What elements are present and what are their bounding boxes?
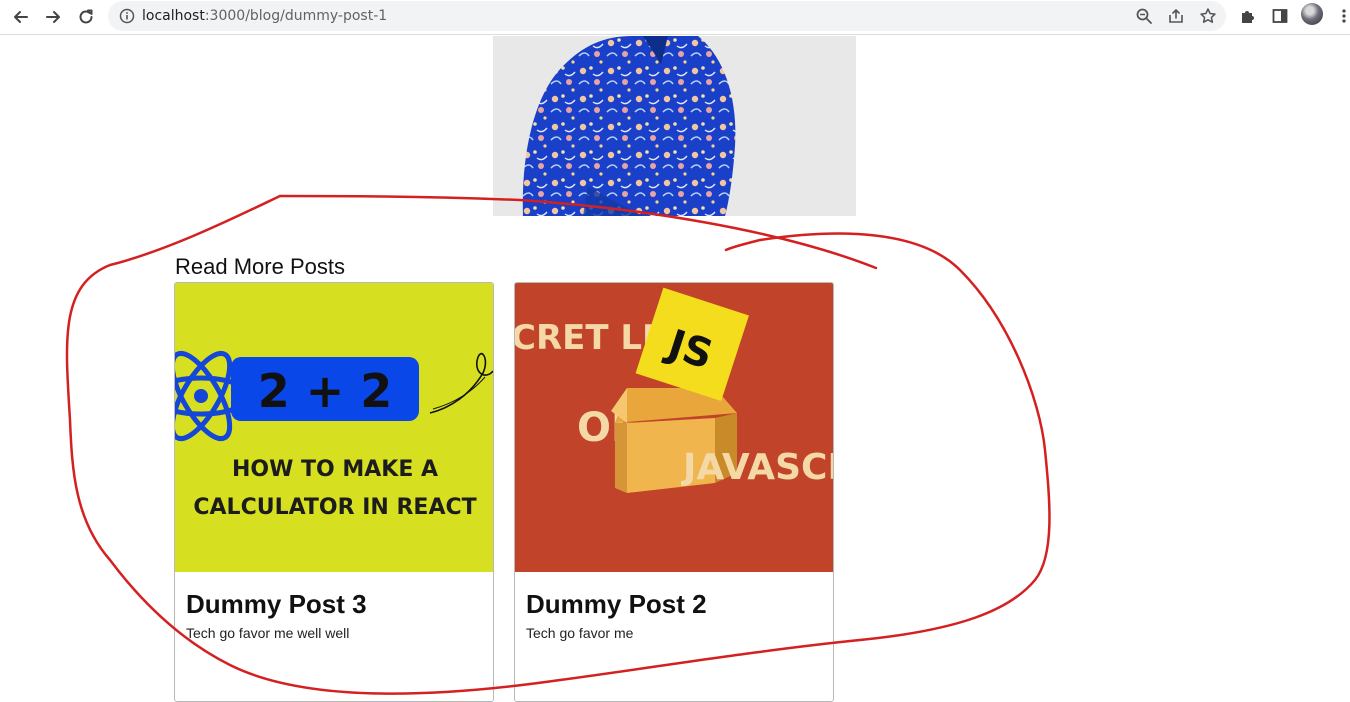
thumbnail-equation: 2 + 2 <box>258 364 393 418</box>
post-description: Tech go favor me well well <box>186 625 350 641</box>
post-description: Tech go favor me <box>526 625 634 641</box>
post-title[interactable]: Dummy Post 3 <box>186 589 367 620</box>
thumbnail-word3: JAVASCRI <box>680 447 834 488</box>
bookmark-star-icon[interactable] <box>1198 6 1218 26</box>
back-arrow-icon[interactable] <box>8 4 34 30</box>
profile-avatar[interactable] <box>1301 3 1323 25</box>
extensions-puzzle-icon[interactable] <box>1236 4 1260 28</box>
address-bar[interactable]: localhost:3000/blog/dummy-post-1 <box>108 1 1226 31</box>
read-more-heading: Read More Posts <box>175 254 345 279</box>
post-thumbnail: 2 + 2 HOW TO MAKE A CALCULATOR IN REACT <box>175 283 493 572</box>
zoom-icon[interactable] <box>1134 6 1154 26</box>
post-hero-image <box>493 36 856 216</box>
thumbnail-line1: HOW TO MAKE A <box>232 457 438 482</box>
post-title[interactable]: Dummy Post 2 <box>526 589 707 620</box>
browser-toolbar: localhost:3000/blog/dummy-post-1 <box>0 0 1350 35</box>
share-icon[interactable] <box>1166 6 1186 26</box>
post-card[interactable]: 2 + 2 HOW TO MAKE A CALCULATOR IN REACT … <box>174 282 494 702</box>
reload-icon[interactable] <box>73 4 99 30</box>
post-thumbnail: CRET LIFE OF JS JAVASCRI <box>515 283 834 572</box>
url-host: localhost <box>142 8 205 24</box>
thumbnail-line2: CALCULATOR IN REACT <box>193 495 476 520</box>
post-card[interactable]: CRET LIFE OF JS JAVASCRI Dummy Post 2 Te… <box>514 282 834 702</box>
url-text[interactable]: localhost:3000/blog/dummy-post-1 <box>142 1 387 31</box>
forward-arrow-icon[interactable] <box>40 4 66 30</box>
url-path: :3000/blog/dummy-post-1 <box>204 8 388 24</box>
more-menu-icon[interactable] <box>1332 4 1350 28</box>
side-panel-icon[interactable] <box>1268 4 1292 28</box>
site-info-icon[interactable] <box>118 7 136 25</box>
